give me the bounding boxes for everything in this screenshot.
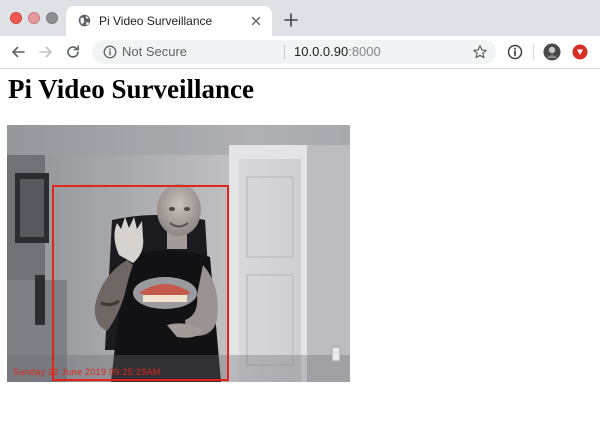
tab-active[interactable]: Pi Video Surveillance xyxy=(66,6,272,36)
url-host: 10.0.0.90 xyxy=(294,44,349,59)
new-tab-plus-icon[interactable] xyxy=(283,12,299,28)
address-bar[interactable]: Not Secure 10.0.0.90:8000 xyxy=(92,40,496,64)
close-icon[interactable] xyxy=(248,13,264,29)
extension-shield-icon[interactable] xyxy=(571,43,589,61)
video-timestamp: Sunday 22 June 2019 09:25:29AM xyxy=(13,367,161,377)
omnibox-divider xyxy=(284,45,285,59)
reload-icon[interactable] xyxy=(65,44,81,60)
info-icon[interactable] xyxy=(103,45,117,59)
globe-icon xyxy=(78,14,91,27)
url-port: :8000 xyxy=(348,44,381,59)
toolbar-divider xyxy=(533,44,534,60)
url-text[interactable]: 10.0.0.90:8000 xyxy=(294,44,381,59)
back-arrow-icon[interactable] xyxy=(10,44,26,60)
window-minimize-button[interactable] xyxy=(28,12,40,24)
window-maximize-button[interactable] xyxy=(46,12,58,24)
tab-title: Pi Video Surveillance xyxy=(99,14,213,28)
forward-arrow-icon[interactable] xyxy=(38,44,54,60)
profile-avatar[interactable] xyxy=(543,43,561,61)
extension-info-icon[interactable] xyxy=(506,43,524,61)
tab-strip: Pi Video Surveillance xyxy=(0,0,600,36)
video-stream: Sunday 22 June 2019 09:25:29AM xyxy=(7,125,350,382)
page-title: Pi Video Surveillance xyxy=(8,74,254,104)
bookmark-star-icon[interactable] xyxy=(472,44,488,60)
browser-toolbar: Not Secure 10.0.0.90:8000 xyxy=(0,36,600,69)
security-status-label[interactable]: Not Secure xyxy=(122,44,187,59)
window-close-button[interactable] xyxy=(10,12,22,24)
motion-detection-box xyxy=(52,185,229,381)
